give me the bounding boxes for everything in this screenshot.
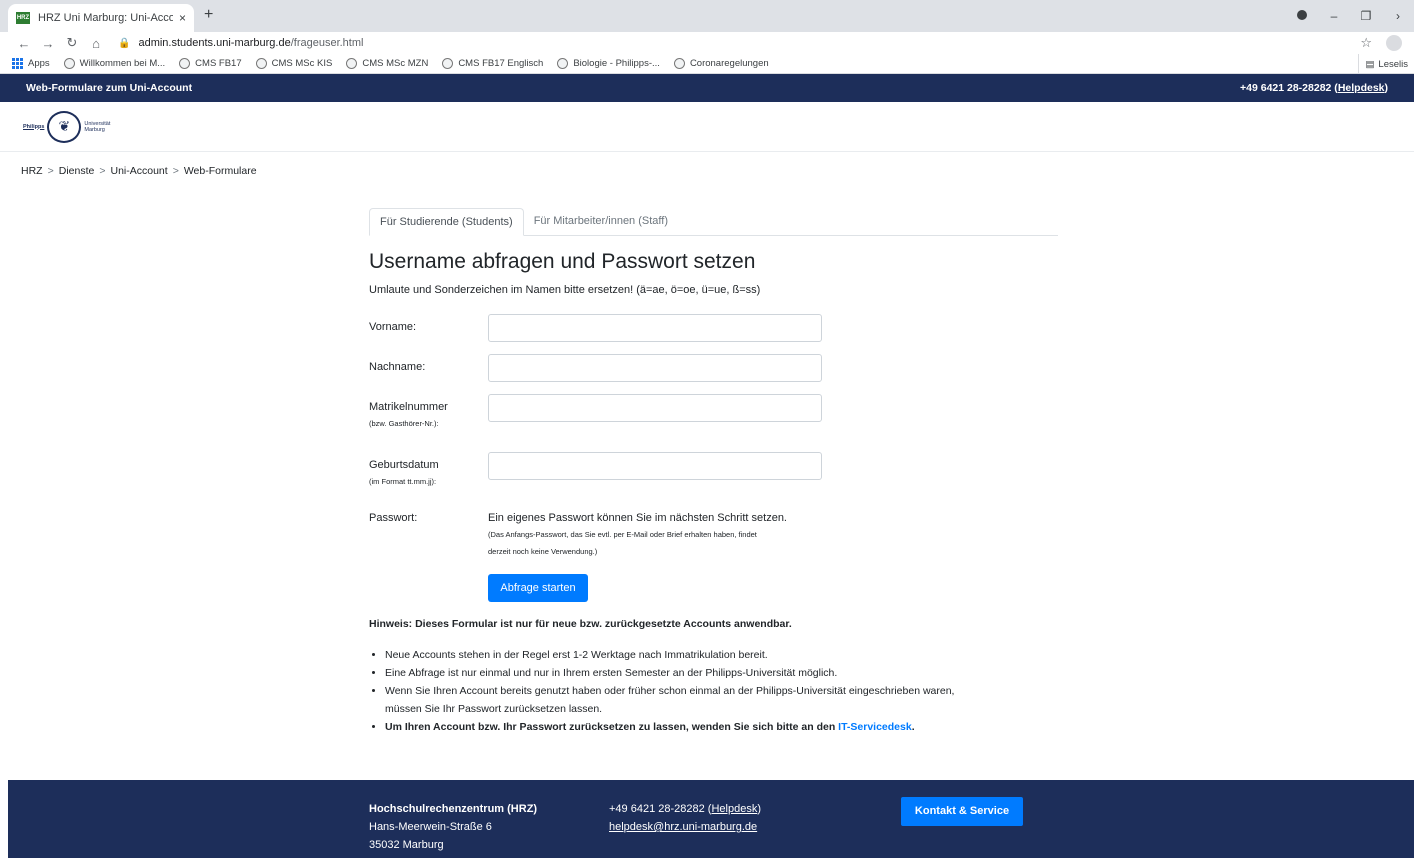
url-host: admin.students.uni-marburg.de [138,37,291,49]
password-info: Ein eigenes Passwort können Sie im nächs… [488,512,787,524]
birthdate-hint: (im Format tt.mm.jj): [369,477,437,486]
home-icon[interactable]: ⌂ [84,36,108,51]
breadcrumb-separator: > [99,165,106,177]
footer-address: Hochschulrechenzentrum (HRZ) Hans-Meerwe… [369,800,537,854]
main-content: Für Studierende (Students) Für Mitarbeit… [369,208,1058,733]
bookmark-favicon-icon [63,58,75,69]
list-item: Neue Accounts stehen in der Regel erst 1… [385,646,1065,664]
minimize-icon[interactable]: – [1318,9,1350,23]
password-note: (Das Anfangs-Passwort, das Sie evtl. per… [488,530,757,556]
footer-helpdesk-link[interactable]: Helpdesk [711,803,757,815]
profile-avatar-icon[interactable] [1386,35,1402,51]
bookmark-star-icon[interactable]: ☆ [1360,35,1372,51]
browser-tabstrip: HRZ HRZ Uni Marburg: Uni-Account | × + –… [0,0,1414,32]
restore-icon[interactable]: ❐ [1350,9,1382,23]
form-instructions: Umlaute und Sonderzeichen im Namen bitte… [369,284,761,296]
it-servicedesk-link[interactable]: IT-Servicedesk [838,721,912,733]
bookmarks-bar: Apps Willkommen bei M... CMS FB17 CMS MS… [0,54,1414,74]
topbar-contact: +49 6421 28-28282 (Helpdesk) [1240,82,1388,94]
bookmark-item[interactable]: CMS MSc MZN [346,58,428,69]
breadcrumb: HRZ > Dienste > Uni-Account > Web-Formulare [0,152,1414,184]
site-title: Web-Formulare zum Uni-Account [26,82,193,94]
matrikel-hint: (bzw. Gasthörer-Nr.): [369,419,439,428]
password-label: Passwort: [369,512,418,524]
birthdate-label: Geburtsdatum [369,459,439,471]
bookmark-favicon-icon [179,58,191,69]
lock-icon: 🔒 [118,37,131,49]
browser-tab[interactable]: HRZ HRZ Uni Marburg: Uni-Account | × [8,4,194,32]
bookmark-item[interactable]: CMS FB17 [179,58,242,69]
bookmark-favicon-icon [442,58,454,69]
bookmark-favicon-icon [557,58,569,69]
hrz-favicon-icon: HRZ [16,12,30,24]
bookmark-favicon-icon [346,58,358,69]
address-bar[interactable]: 🔒 admin.students.uni-marburg.de /frageus… [118,33,1350,53]
apps-grid-icon [12,58,23,69]
list-item: Eine Abfrage ist nur einmal und nur in I… [385,664,1065,682]
footer-city: 35032 Marburg [369,839,444,851]
back-icon[interactable]: ← [12,36,36,51]
firstname-label: Vorname: [369,321,417,333]
breadcrumb-item-uni-account[interactable]: Uni-Account [110,165,167,177]
footer-org: Hochschulrechenzentrum (HRZ) [369,803,538,815]
list-item: Um Ihren Account bzw. Ihr Passwort zurüc… [385,718,1065,736]
matrikel-label: Matrikelnummer [369,401,448,413]
profile-indicator-icon[interactable] [1286,9,1318,23]
site-topbar: Web-Formulare zum Uni-Account +49 6421 2… [0,74,1414,102]
breadcrumb-item-web-formulare: Web-Formulare [183,165,257,177]
reading-list-button[interactable]: ▤ Leselis [1358,54,1414,74]
new-tab-button[interactable]: + [204,6,213,24]
breadcrumb-separator: > [47,165,54,177]
breadcrumb-item-dienste[interactable]: Dienste [59,165,95,177]
tab-staff[interactable]: Für Mitarbeiter/innen (Staff) [524,208,678,235]
window-controls: – ❐ › [1286,0,1414,32]
logo-bar: Philipps ❦ Universität Marburg [0,102,1414,152]
notice-list: Neue Accounts stehen in der Regel erst 1… [385,646,1065,736]
page-title: Username abfragen und Passwort setzen [369,250,756,273]
contact-service-button[interactable]: Kontakt & Service [901,797,1023,826]
bookmark-item[interactable]: Willkommen bei M... [63,58,165,69]
birthdate-input[interactable] [488,452,822,480]
breadcrumb-separator: > [172,165,179,177]
submit-query-button[interactable]: Abfrage starten [488,574,588,602]
tab-close-icon[interactable]: × [179,11,186,25]
breadcrumb-item-hrz[interactable]: HRZ [21,165,43,177]
browser-toolbar: ← → ↻ ⌂ 🔒 admin.students.uni-marburg.de … [0,32,1414,54]
topbar-helpdesk-link[interactable]: Helpdesk [1338,82,1385,94]
bookmark-item[interactable]: CMS FB17 Englisch [442,58,543,69]
forward-icon[interactable]: → [36,36,60,51]
footer-email-link[interactable]: helpdesk@hrz.uni-marburg.de [609,821,757,833]
bookmark-item[interactable]: CMS MSc KIS [255,58,332,69]
bookmark-item[interactable]: Coronaregelungen [673,58,769,69]
site-footer: Hochschulrechenzentrum (HRZ) Hans-Meerwe… [8,780,1414,858]
close-window-icon[interactable]: › [1382,9,1414,23]
bookmark-item[interactable]: Biologie - Philipps-... [557,58,660,69]
reload-icon[interactable]: ↻ [60,35,84,51]
tab-title: HRZ Uni Marburg: Uni-Account | [38,12,173,24]
matrikel-input[interactable] [488,394,822,422]
url-path: /frageuser.html [290,37,364,49]
lastname-input[interactable] [488,354,822,382]
bookmark-favicon-icon [255,58,267,69]
bookmark-apps[interactable]: Apps [12,58,50,69]
university-seal-icon: ❦ [47,110,82,143]
bookmark-favicon-icon [673,58,685,69]
list-item: Wenn Sie Ihren Account bereits genutzt h… [385,682,1065,718]
footer-street: Hans-Meerwein-Straße 6 [369,821,492,833]
lastname-label: Nachname: [369,361,426,373]
reading-list-icon: ▤ [1365,58,1375,70]
university-logo[interactable]: Philipps ❦ Universität Marburg [23,110,110,143]
tab-students[interactable]: Für Studierende (Students) [369,208,524,236]
footer-contact: +49 6421 28-28282 (Helpdesk) helpdesk@hr… [609,803,761,833]
notice-heading: Hinweis: Dieses Formular ist nur für neu… [369,618,792,630]
audience-tabs: Für Studierende (Students) Für Mitarbeit… [369,208,1058,236]
firstname-input[interactable] [488,314,822,342]
